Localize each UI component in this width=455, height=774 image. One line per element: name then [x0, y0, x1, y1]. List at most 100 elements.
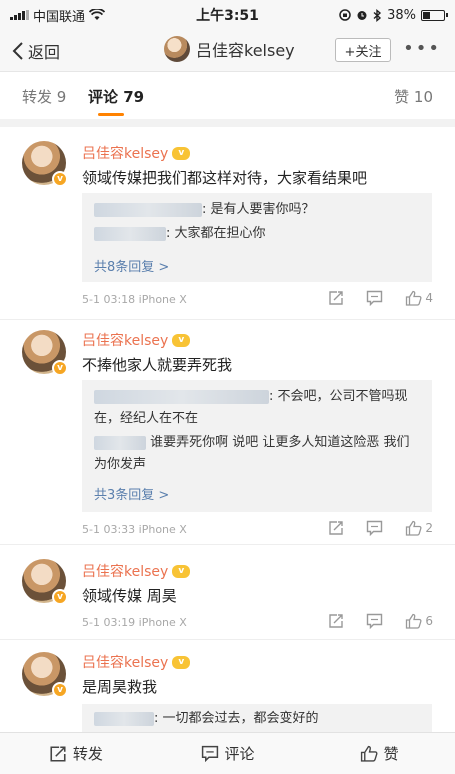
avatar[interactable]: v [22, 330, 68, 376]
comment-icon [367, 520, 383, 536]
comment-text: 是周昊救我 [82, 678, 158, 696]
repost-label: 转发 [72, 745, 103, 763]
active-tab-indicator [98, 113, 124, 116]
like-bottom-button[interactable]: 赞 [303, 733, 455, 774]
thumbs-up-icon [360, 745, 378, 762]
like-button[interactable]: 4 [405, 290, 433, 306]
comment-username[interactable]: 吕佳容kelsey [82, 330, 168, 350]
vip-badge-icon: v [172, 564, 191, 578]
reply-line: 谁要弄死你啊 说吧 让更多人知道这险恶 我们为你发声 [94, 432, 422, 476]
comment-actions: 6 [328, 613, 433, 629]
carrier-label: 中国联通 [33, 9, 86, 25]
repost-button[interactable] [328, 520, 344, 536]
reply-box[interactable]: : 一切都会过去，都会变好的 [82, 704, 432, 732]
battery-icon [421, 9, 448, 21]
reply-line: : 一切都会过去，都会变好的 [94, 708, 422, 730]
lock-rotation-icon [339, 9, 351, 21]
comment-item: v 吕佳容kelsey v 不捧他家人就要弄死我 : 不会吧，公司不管吗现在，经… [0, 320, 455, 545]
chevron-left-icon [12, 42, 23, 60]
avatar[interactable]: v [22, 652, 68, 698]
avatar[interactable]: v [22, 141, 68, 187]
more-replies-link[interactable]: 共8条回复 > [94, 256, 169, 275]
repost-icon [329, 521, 344, 535]
reply-line: : 大家都在担心你 [94, 223, 422, 245]
back-label: 返回 [28, 43, 61, 62]
carrier-group: 中国联通 [10, 6, 106, 25]
reply-text: : 是有人要害你吗？ [202, 202, 315, 217]
tab-comments[interactable]: 评论 79 [88, 86, 144, 107]
comment-username[interactable]: 吕佳容kelsey [82, 652, 168, 672]
repost-icon [329, 291, 344, 305]
repost-icon [329, 614, 344, 628]
tab-likes[interactable]: 赞 10 [394, 86, 433, 107]
like-button[interactable]: 2 [405, 520, 433, 536]
comment-icon [367, 613, 383, 629]
comment-button[interactable] [366, 520, 383, 536]
thumbs-up-icon [406, 520, 422, 536]
comment-meta: 5-1 03:18 iPhone X [82, 293, 187, 306]
avatar [164, 36, 190, 62]
follow-button[interactable]: +关注 [335, 38, 391, 62]
repost-icon [50, 745, 66, 762]
signal-icon [10, 10, 29, 20]
comment-label: 评论 [224, 745, 255, 763]
verified-icon: v [52, 171, 68, 187]
wifi-icon [89, 9, 106, 20]
like-button[interactable]: 6 [405, 613, 433, 629]
comment-username[interactable]: 吕佳容kelsey [82, 143, 168, 163]
comment-actions: 2 [328, 520, 433, 536]
blurred-username [94, 226, 166, 241]
comment-user: 吕佳容kelsey v [82, 652, 191, 672]
comment-user: 吕佳容kelsey v [82, 143, 191, 163]
comment-text: 不捧他家人就要弄死我 [82, 356, 233, 374]
verified-icon: v [52, 360, 68, 376]
comment-item: v 吕佳容kelsey v 领域传媒把我们都这样对待，大家看结果吧 : 是有人要… [0, 127, 455, 320]
thumbs-up-icon [406, 613, 422, 629]
status-right: 38% [339, 7, 448, 23]
repost-bottom-button[interactable]: 转发 [0, 733, 152, 774]
like-count: 2 [425, 521, 433, 535]
like-label: 赞 [383, 745, 399, 763]
comment-meta: 5-1 03:33 iPhone X [82, 523, 187, 536]
reply-box[interactable]: : 不会吧，公司不管吗现在，经纪人在不在 谁要弄死你啊 说吧 让更多人知道这险恶… [82, 380, 432, 512]
vip-badge-icon: v [172, 333, 191, 347]
more-options-button[interactable]: ••• [403, 38, 441, 59]
comment-bottom-button[interactable]: 评论 [152, 733, 304, 774]
comment-button[interactable] [366, 290, 383, 306]
comment-text: 领域传媒 周昊 [82, 587, 177, 605]
bottom-action-bar: 转发 评论 赞 [0, 732, 455, 774]
vip-badge-icon: v [172, 655, 191, 669]
blurred-username [94, 435, 146, 450]
reply-box[interactable]: : 是有人要害你吗？ : 大家都在担心你 共8条回复 > [82, 193, 432, 282]
tab-reposts[interactable]: 转发 9 [22, 86, 66, 107]
thumbs-up-icon [406, 290, 422, 306]
back-button[interactable]: 返回 [12, 39, 60, 63]
comment-icon [201, 745, 218, 762]
nav-username: 吕佳容kelsey [196, 41, 295, 60]
blurred-username [94, 202, 202, 217]
comment-icon [367, 290, 383, 306]
avatar[interactable]: v [22, 559, 68, 605]
status-bar: 中国联通 上午3:51 38% [0, 0, 455, 30]
like-count: 6 [425, 614, 433, 628]
comment-user: 吕佳容kelsey v [82, 561, 191, 581]
repost-button[interactable] [328, 613, 344, 629]
reply-text: : 一切都会过去，都会变好的 [154, 711, 319, 726]
nav-user[interactable]: 吕佳容kelsey [164, 36, 295, 62]
verified-icon: v [52, 589, 68, 605]
verified-icon: v [52, 682, 68, 698]
reply-line: : 是有人要害你吗？ [94, 199, 422, 221]
repost-button[interactable] [328, 290, 344, 306]
comment-button[interactable] [366, 613, 383, 629]
blurred-username [94, 711, 154, 726]
comment-user: 吕佳容kelsey v [82, 330, 191, 350]
battery-percent: 38% [387, 7, 416, 23]
comment-item: v 吕佳容kelsey v 是周昊救我 : 一切都会过去，都会变好的 [0, 640, 455, 732]
comment-username[interactable]: 吕佳容kelsey [82, 561, 168, 581]
tab-bar: 转发 9 评论 79 赞 10 [0, 73, 455, 127]
reply-text: : 大家都在担心你 [166, 226, 266, 241]
more-replies-link[interactable]: 共3条回复 > [94, 484, 169, 503]
comment-text: 领域传媒把我们都这样对待，大家看结果吧 [82, 169, 368, 187]
blurred-username [94, 389, 269, 404]
comment-item: v 吕佳容kelsey v 领域传媒 周昊 5-1 03:19 iPhone X… [0, 545, 455, 640]
